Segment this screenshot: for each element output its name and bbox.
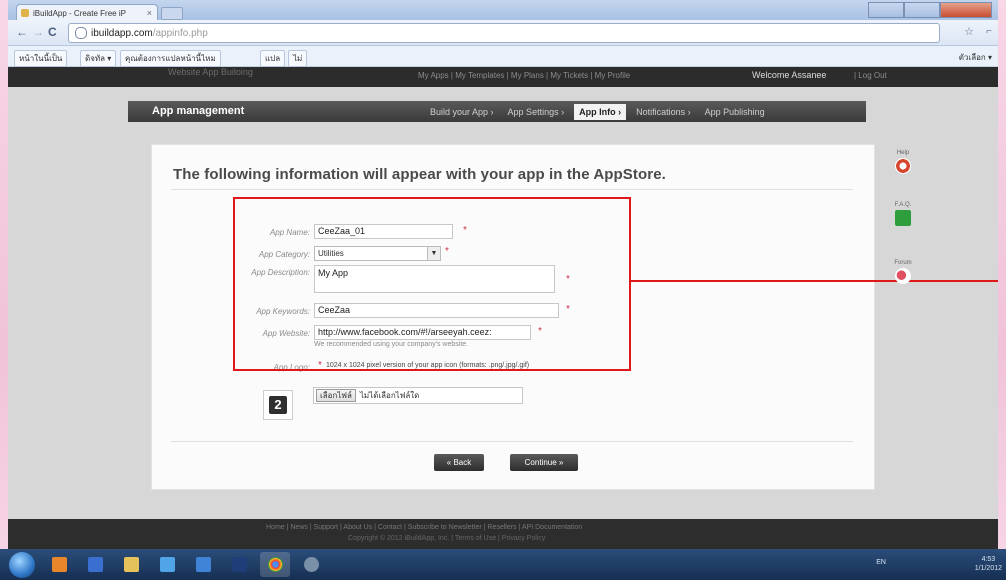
wrench-icon[interactable]: ⌐ bbox=[986, 26, 992, 37]
forum-chat-icon bbox=[895, 268, 911, 284]
address-bar[interactable]: ibuildapp.com /appinfo.php bbox=[68, 23, 940, 43]
site-header: Website App Builoing My Apps | My Templa… bbox=[8, 67, 998, 87]
app-management-title: App management bbox=[152, 105, 245, 117]
step-app-settings[interactable]: App Settings › bbox=[504, 104, 569, 120]
back-arrow-icon[interactable]: ← bbox=[16, 25, 28, 39]
chrome-icon bbox=[267, 557, 283, 572]
app-logo-icon: 2 bbox=[269, 396, 287, 414]
url-domain: ibuildapp.com bbox=[91, 27, 153, 39]
file-status-text: ไม่ได้เลือกไฟล์ใด bbox=[359, 391, 420, 400]
forward-arrow-icon[interactable]: → bbox=[32, 25, 44, 39]
browser-tab[interactable]: iBuildApp - Create Free iP × bbox=[16, 4, 158, 21]
site-footer: Home | News | Support | About Us | Conta… bbox=[8, 519, 998, 549]
ie-icon bbox=[159, 557, 175, 572]
app-icon bbox=[51, 557, 67, 572]
browser-tab-bar: iBuildApp - Create Free iP × bbox=[8, 0, 998, 21]
taskbar-photoshop[interactable] bbox=[224, 552, 254, 577]
highlight-pointer-line bbox=[631, 280, 998, 282]
clock-date: 1/1/2012 bbox=[974, 565, 1002, 572]
new-tab-button[interactable] bbox=[161, 7, 183, 20]
app-management-bar: App management Build your App › App Sett… bbox=[128, 101, 866, 122]
back-button[interactable]: « Back bbox=[434, 454, 484, 471]
page-title: The following information will appear wi… bbox=[173, 166, 666, 183]
clock[interactable]: 4:53 1/1/2012 bbox=[975, 555, 1002, 573]
app-icon bbox=[195, 557, 211, 572]
taskbar-chrome[interactable] bbox=[260, 552, 290, 577]
app-icon-preview: 2 bbox=[263, 390, 293, 420]
window-controls bbox=[868, 2, 992, 18]
minimize-button[interactable] bbox=[868, 2, 904, 18]
step-app-info[interactable]: App Info › bbox=[574, 104, 627, 120]
site-user-links[interactable]: My Apps | My Templates | My Plans | My T… bbox=[418, 71, 630, 80]
title-divider bbox=[171, 189, 853, 190]
faq-book-icon bbox=[895, 210, 911, 226]
choose-file-button[interactable]: เลือกไฟล์ bbox=[316, 389, 356, 402]
favicon-icon bbox=[21, 9, 29, 17]
footer-copyright: Copyright © 2012 iBuildApp, Inc. | Terms… bbox=[348, 535, 546, 542]
taskbar-app-5[interactable] bbox=[188, 552, 218, 577]
translate-bar: หน้าในนี้เป็น ดิจทัล ▾ คุณต้องการแปลหน้า… bbox=[8, 46, 998, 67]
taskbar-app-8[interactable] bbox=[296, 552, 326, 577]
clock-time: 4:53 bbox=[981, 556, 996, 563]
app-icon bbox=[303, 557, 319, 572]
app-icon bbox=[87, 557, 103, 572]
browser-toolbar: ← → C ibuildapp.com /appinfo.php ☆ ⌐ bbox=[8, 20, 998, 46]
footer-links[interactable]: Home | News | Support | About Us | Conta… bbox=[266, 524, 582, 531]
help-link[interactable]: Help bbox=[892, 150, 914, 174]
translate-button[interactable]: แปล bbox=[260, 50, 286, 67]
translate-no-button[interactable]: ไม่ bbox=[288, 50, 308, 67]
start-button-icon[interactable] bbox=[9, 552, 35, 578]
tab-title: iBuildApp - Create Free iP bbox=[33, 8, 126, 18]
taskbar-app-2[interactable] bbox=[80, 552, 110, 577]
url-path: /appinfo.php bbox=[152, 27, 208, 39]
forum-label: Forum bbox=[894, 260, 912, 266]
page-icon bbox=[75, 27, 87, 39]
help-label: Help bbox=[896, 150, 910, 156]
translate-source-dropdown[interactable]: ดิจทัล ▾ bbox=[80, 50, 117, 67]
site-brand: Website App Builoing bbox=[168, 67, 253, 77]
desktop-background-right bbox=[998, 0, 1006, 580]
language-indicator[interactable]: EN bbox=[876, 559, 886, 566]
maximize-button[interactable] bbox=[904, 2, 940, 18]
continue-button[interactable]: Continue » bbox=[510, 454, 578, 471]
welcome-text: Welcome Assanee bbox=[752, 70, 827, 80]
wizard-steps: Build your App › App Settings › App Info… bbox=[426, 104, 769, 120]
tab-close-icon[interactable]: × bbox=[147, 8, 152, 18]
file-upload-field: เลือกไฟล์ ไม่ได้เลือกไฟล์ใด bbox=[313, 387, 523, 404]
buttons-divider bbox=[171, 441, 853, 442]
highlight-rectangle bbox=[233, 197, 631, 371]
taskbar-ie[interactable] bbox=[152, 552, 182, 577]
faq-link[interactable]: F.A.Q. bbox=[892, 202, 914, 226]
faq-label: F.A.Q. bbox=[894, 202, 912, 208]
taskbar-folder[interactable] bbox=[116, 552, 146, 577]
taskbar-app-1[interactable] bbox=[44, 552, 74, 577]
window-close-button[interactable] bbox=[940, 2, 992, 18]
bookmark-star-icon[interactable]: ☆ bbox=[964, 25, 974, 38]
translate-language-info: หน้าในนี้เป็น bbox=[14, 50, 68, 67]
desktop-background-left bbox=[0, 0, 8, 580]
logout-link[interactable]: | Log Out bbox=[854, 71, 887, 80]
forum-link[interactable]: Forum bbox=[892, 260, 914, 284]
step-notifications[interactable]: Notifications › bbox=[632, 104, 695, 120]
step-app-publishing[interactable]: App Publishing bbox=[701, 104, 769, 120]
translate-options-dropdown[interactable]: ตัวเลือก ▾ bbox=[959, 51, 992, 64]
lifebuoy-icon bbox=[895, 158, 911, 174]
translate-question: คุณต้องการแปลหน้านี้ไหม bbox=[120, 50, 221, 67]
reload-icon[interactable]: C bbox=[48, 25, 57, 39]
folder-icon bbox=[123, 557, 139, 572]
photoshop-icon bbox=[231, 557, 247, 572]
windows-taskbar: EN 4:53 1/1/2012 bbox=[0, 549, 1006, 580]
step-build-your-app[interactable]: Build your App › bbox=[426, 104, 498, 120]
